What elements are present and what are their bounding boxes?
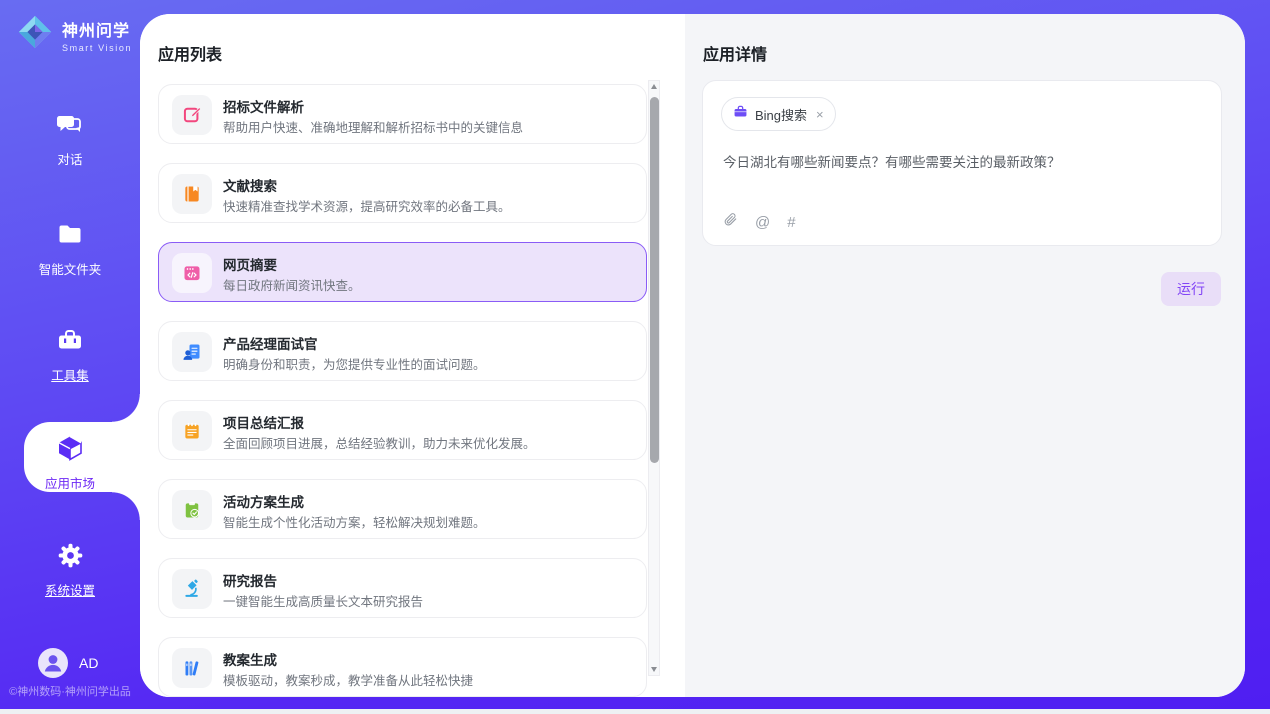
app-title: 产品经理面试官: [223, 333, 318, 353]
brand-name: 神州问学: [62, 17, 132, 41]
close-icon[interactable]: ×: [816, 107, 824, 122]
gear-icon: [57, 542, 84, 570]
app-card-web-summary[interactable]: 网页摘要 每日政府新闻资讯快查。: [158, 242, 647, 302]
app-card-literature-search[interactable]: 文献搜索 快速精准查找学术资源，提高研究效率的必备工具。: [158, 163, 647, 223]
sidebar-item-label: 工具集: [0, 365, 140, 384]
app-description: 明确身份和职责，为您提供专业性的面试问题。: [223, 354, 486, 373]
app-list-panel: 应用列表 招标文件解析 帮助用户快速、准确地理解和解析招标书中的关键信息: [140, 14, 685, 697]
toolbox-icon: [56, 326, 84, 354]
brand-subtitle: Smart Vision: [62, 43, 132, 53]
book-icon: [172, 174, 212, 214]
user-name: AD: [79, 655, 98, 671]
briefcase-icon: [733, 104, 748, 124]
person-doc-icon: [172, 332, 212, 372]
copyright-text: ©神州数码·神州问学出品: [0, 683, 140, 699]
app-title: 教案生成: [223, 649, 277, 669]
brand-logo: 神州问学 Smart Vision: [16, 13, 132, 56]
sidebar-item-smart-folder[interactable]: 智能文件夹: [0, 220, 140, 278]
app-card-event-plan[interactable]: 活动方案生成 智能生成个性化活动方案，轻松解决规划难题。: [158, 479, 647, 539]
app-card-bid-parse[interactable]: 招标文件解析 帮助用户快速、准确地理解和解析招标书中的关键信息: [158, 84, 647, 144]
notepad-icon: [172, 411, 212, 451]
cube-icon: [56, 434, 84, 462]
app-description: 模板驱动，教案秒成，教学准备从此轻松快捷: [223, 670, 473, 689]
chat-icon: [56, 110, 84, 138]
app-detail-panel: 应用详情 Bing搜索 × 今日湖北有哪些新闻要点？有哪些需要关注的最新政策？: [685, 14, 1245, 697]
app-description: 智能生成个性化活动方案，轻松解决规划难题。: [223, 512, 486, 531]
app-description: 全面回顾项目进展，总结经验教训，助力未来优化发展。: [223, 433, 536, 452]
tool-chip-label: Bing搜索: [755, 105, 807, 124]
app-description: 帮助用户快速、准确地理解和解析招标书中的关键信息: [223, 117, 523, 136]
app-card-research-report[interactable]: 研究报告 一键智能生成高质量长文本研究报告: [158, 558, 647, 618]
app-title: 研究报告: [223, 570, 277, 590]
sidebar-item-toolset[interactable]: 工具集: [0, 326, 140, 384]
hashtag-icon[interactable]: #: [787, 214, 795, 231]
app-description: 一键智能生成高质量长文本研究报告: [223, 591, 423, 610]
app-title: 项目总结汇报: [223, 412, 304, 432]
scroll-down-button[interactable]: [649, 663, 659, 675]
app-card-project-summary[interactable]: 项目总结汇报 全面回顾项目进展，总结经验教训，助力未来优化发展。: [158, 400, 647, 460]
app-detail-title: 应用详情: [703, 41, 767, 65]
app-title: 活动方案生成: [223, 491, 304, 511]
scrollbar-thumb[interactable]: [650, 97, 659, 463]
microscope-icon: [172, 569, 212, 609]
clipboard-check-icon: [172, 490, 212, 530]
sidebar-item-label: 对话: [0, 149, 140, 168]
app-card-lesson-plan[interactable]: 教案生成 模板驱动，教案秒成，教学准备从此轻松快捷: [158, 637, 647, 697]
mention-icon[interactable]: @: [755, 214, 770, 231]
app-description: 快速精准查找学术资源，提高研究效率的必备工具。: [223, 196, 511, 215]
app-title: 文献搜索: [223, 175, 277, 195]
tool-chip-bing-search[interactable]: Bing搜索 ×: [721, 97, 836, 131]
query-text[interactable]: 今日湖北有哪些新闻要点？有哪些需要关注的最新政策？: [723, 151, 1203, 171]
user-account[interactable]: AD: [38, 648, 98, 678]
sidebar-item-label: 应用市场: [0, 473, 140, 492]
app-description: 每日政府新闻资讯快查。: [223, 275, 361, 294]
app-card-pm-interviewer[interactable]: 产品经理面试官 明确身份和职责，为您提供专业性的面试问题。: [158, 321, 647, 381]
sidebar-item-label: 智能文件夹: [0, 259, 140, 278]
app-card-list: 招标文件解析 帮助用户快速、准确地理解和解析招标书中的关键信息 文献搜索 快速精…: [158, 84, 648, 697]
avatar: [38, 648, 68, 678]
app-title: 网页摘要: [223, 254, 277, 274]
app-title: 招标文件解析: [223, 96, 304, 116]
sidebar-item-app-market[interactable]: 应用市场: [0, 434, 140, 492]
query-composer[interactable]: Bing搜索 × 今日湖北有哪些新闻要点？有哪些需要关注的最新政策？ @ #: [702, 80, 1222, 246]
folder-icon: [56, 220, 84, 248]
sidebar-item-label: 系统设置: [0, 580, 140, 599]
pen-square-icon: [172, 95, 212, 135]
paperclip-icon[interactable]: [723, 211, 738, 233]
sidebar-item-settings[interactable]: 系统设置: [0, 542, 140, 599]
sidebar-item-chat[interactable]: 对话: [0, 110, 140, 168]
books-icon: [172, 648, 212, 688]
sidebar: 神州问学 Smart Vision 对话 智能文件夹: [0, 0, 140, 709]
main-content: 应用列表 招标文件解析 帮助用户快速、准确地理解和解析招标书中的关键信息: [140, 14, 1245, 697]
list-scrollbar[interactable]: [648, 80, 660, 676]
composer-toolbar: @ #: [723, 211, 796, 233]
app-list-title: 应用列表: [158, 41, 222, 65]
scroll-up-button[interactable]: [649, 81, 659, 93]
brand-diamond-icon: [16, 13, 54, 56]
run-button[interactable]: 运行: [1161, 272, 1221, 306]
browser-code-icon: [172, 253, 212, 293]
